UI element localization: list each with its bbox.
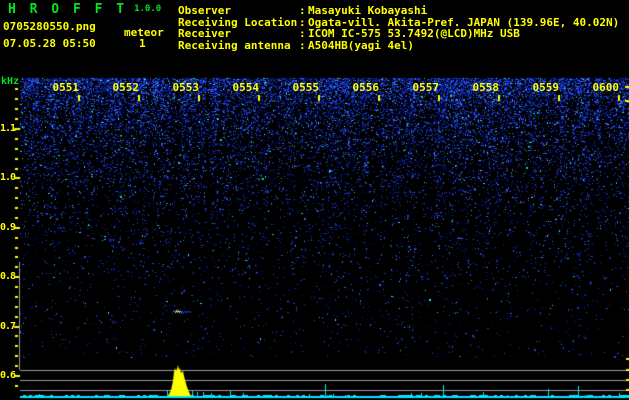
time-tick-label: 0559 <box>531 81 559 94</box>
time-tick-label: 0556 <box>351 81 379 94</box>
time-tick-label: 0553 <box>171 81 199 94</box>
info-value: A504HB(yagi 4el) <box>308 40 414 52</box>
meteor-count: 1 <box>139 37 146 50</box>
time-tick-label: 0554 <box>231 81 259 94</box>
info-value: Masayuki Kobayashi <box>308 5 427 17</box>
time-tick-label: 0552 <box>111 81 139 94</box>
time-tick-label: 0557 <box>411 81 439 94</box>
khz-axis-label: kHz <box>1 76 19 87</box>
info-row: Observer:Masayuki Kobayashi <box>178 5 619 17</box>
freq-tick-label: 0.6 <box>0 370 15 381</box>
spectrogram-canvas <box>0 0 629 400</box>
freq-tick-label: 0.9 <box>0 222 15 233</box>
output-filename: 0705280550.png <box>3 20 96 33</box>
freq-tick-label: 1.0 <box>0 172 15 183</box>
time-tick-label: 0555 <box>291 81 319 94</box>
time-tick-label: 0600 <box>591 81 619 94</box>
time-tick-label: 0558 <box>471 81 499 94</box>
app-title: H R O F F T 1.0.0 <box>8 2 161 17</box>
datetime-label: 07.05.28 05:50 <box>3 37 96 50</box>
info-label: Receiving antenna <box>178 40 299 52</box>
app-title-text: H R O F F T <box>8 2 127 17</box>
freq-tick-label: 0.8 <box>0 271 15 282</box>
freq-tick-label: 1.1 <box>0 123 15 134</box>
station-info-block: Observer:Masayuki KobayashiReceiving Loc… <box>178 5 619 52</box>
freq-tick-label: 0.7 <box>0 321 15 332</box>
hrofft-screen: H R O F F T1.0.0 0705280550.png meteor 0… <box>0 0 629 400</box>
info-separator: : <box>299 40 308 52</box>
info-label: Observer <box>178 5 299 17</box>
info-separator: : <box>299 5 308 17</box>
info-row: Receiving antenna:A504HB(yagi 4el) <box>178 40 619 52</box>
time-tick-label: 0551 <box>51 81 79 94</box>
app-version: 1.0.0 <box>134 4 161 14</box>
